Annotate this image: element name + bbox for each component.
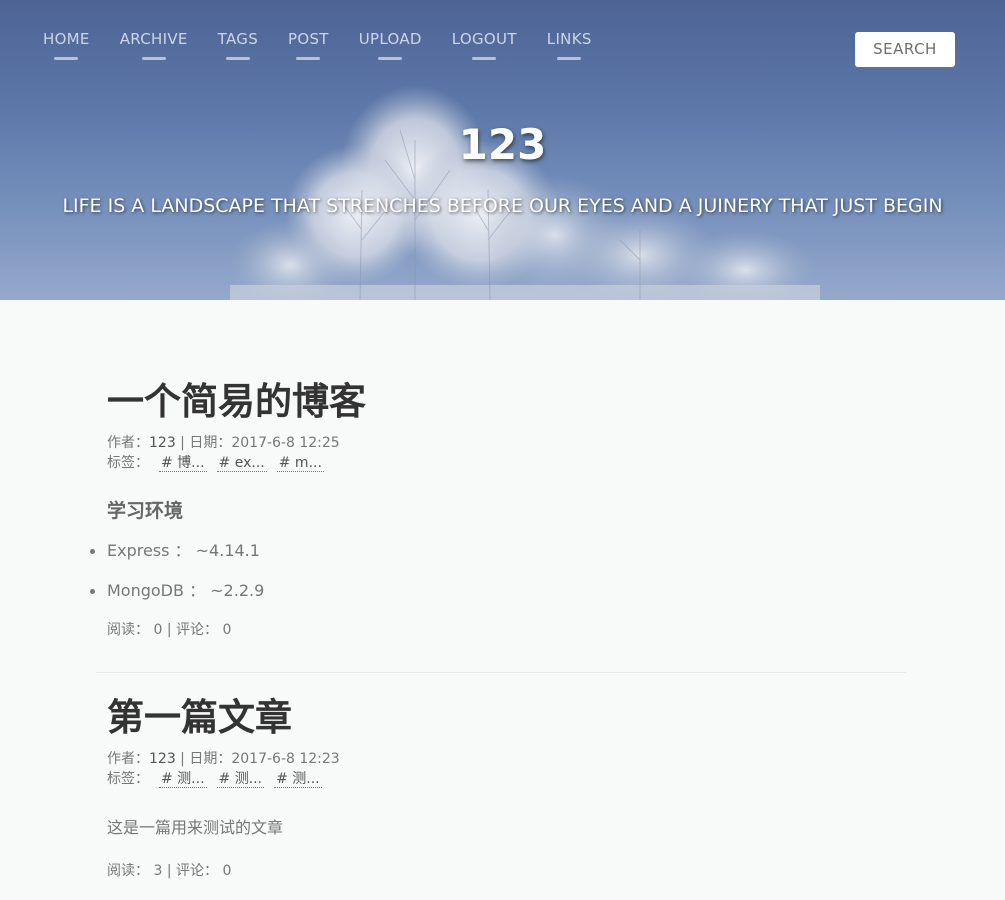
post-item: 一个简易的博客 作者：123 | 日期：2017-6-8 12:25 标签： #… [90, 300, 905, 639]
list-item-text: Express ： ~4.14.1 [107, 541, 260, 560]
post-section-heading: 学习环境 [107, 500, 184, 522]
post-title-link[interactable]: 一个简易的博客 [107, 380, 905, 424]
post-bullet-list: Express ： ~4.14.1 MongoDB ： ~2.2.9 [90, 531, 905, 611]
reads-label: 阅读： [107, 622, 149, 638]
nav-home-label: HOME [43, 30, 90, 48]
nav-upload[interactable]: UPLOAD [344, 30, 437, 60]
nav-links-label: LINKS [546, 30, 592, 48]
nav-logout[interactable]: LOGOUT [437, 30, 532, 60]
tag-link[interactable]: # 测... [274, 771, 322, 788]
post-tags: 标签： # 测... # 测... # 测... [107, 770, 905, 788]
reads-label: 阅读： [107, 863, 149, 879]
comments-count: 0 [222, 863, 232, 879]
nav-underline [472, 57, 497, 60]
post-meta: 作者：123 | 日期：2017-6-8 12:23 [107, 748, 905, 770]
author-link[interactable]: 123 [149, 435, 176, 451]
post-stats: 阅读： 0 | 评论： 0 [107, 619, 905, 639]
post-excerpt: 这是一篇用来测试的文章 [107, 818, 284, 837]
date-label: | 日期： [175, 751, 232, 767]
nav-underline [557, 57, 582, 60]
nav-underline [225, 57, 250, 60]
list-item: Express ： ~4.14.1 [90, 531, 905, 571]
list-item: MongoDB ： ~2.2.9 [90, 571, 905, 611]
bullet-icon [90, 589, 95, 594]
post-item: 第一篇文章 作者：123 | 日期：2017-6-8 12:23 标签： # 测… [107, 639, 905, 880]
nav-underline [296, 57, 321, 60]
nav-tags-label: TAGS [217, 30, 259, 48]
post-tags: 标签： # 博... # ex... # m... [107, 454, 905, 472]
author-link[interactable]: 123 [149, 751, 176, 767]
nav-underline [378, 57, 403, 60]
nav-post[interactable]: POST [273, 30, 344, 60]
nav-upload-label: UPLOAD [358, 30, 422, 48]
nav-underline [141, 57, 166, 60]
nav-underline [54, 57, 79, 60]
nav-tags[interactable]: TAGS [203, 30, 273, 60]
post-stats: 阅读： 3 | 评论： 0 [107, 860, 905, 880]
tag-link[interactable]: # 博... [159, 455, 207, 472]
tag-link[interactable]: # m... [276, 455, 324, 472]
nav-post-label: POST [288, 30, 329, 48]
nav-links[interactable]: LINKS [532, 30, 607, 60]
nav-archive-label: ARCHIVE [119, 30, 188, 48]
date-label: | 日期： [175, 435, 232, 451]
site-title: 123 [458, 120, 547, 169]
post-date: 2017-6-8 12:25 [231, 435, 340, 451]
tags-label: 标签： [107, 455, 149, 471]
tag-link[interactable]: # ex... [216, 455, 267, 472]
comments-label: | 评论： [162, 863, 218, 879]
search-button[interactable]: SEARCH [855, 32, 955, 67]
tag-link[interactable]: # 测... [216, 771, 265, 788]
nav-archive[interactable]: ARCHIVE [105, 30, 203, 60]
nav-home[interactable]: HOME [28, 30, 105, 60]
tag-link[interactable]: # 测... [159, 771, 207, 788]
tags-label: 标签： [107, 771, 149, 787]
post-date: 2017-6-8 12:23 [231, 751, 340, 767]
site-subtitle: LIFE IS A LANDSCAPE THAT STRENCHES BEFOR… [62, 195, 943, 217]
author-label: 作者： [107, 751, 149, 767]
post-list: 一个简易的博客 作者：123 | 日期：2017-6-8 12:25 标签： #… [0, 300, 1005, 880]
post-title-link[interactable]: 第一篇文章 [107, 696, 905, 740]
bullet-icon [90, 549, 95, 554]
comments-label: | 评论： [162, 622, 218, 638]
hero-banner: HOME ARCHIVE TAGS POST UPLOAD LOGOUT LIN… [0, 0, 1005, 300]
nav-logout-label: LOGOUT [451, 30, 517, 48]
author-label: 作者： [107, 435, 149, 451]
main-nav: HOME ARCHIVE TAGS POST UPLOAD LOGOUT LIN… [28, 30, 607, 60]
comments-count: 0 [222, 622, 232, 638]
post-meta: 作者：123 | 日期：2017-6-8 12:25 [107, 432, 905, 454]
list-item-text: MongoDB ： ~2.2.9 [107, 581, 265, 600]
